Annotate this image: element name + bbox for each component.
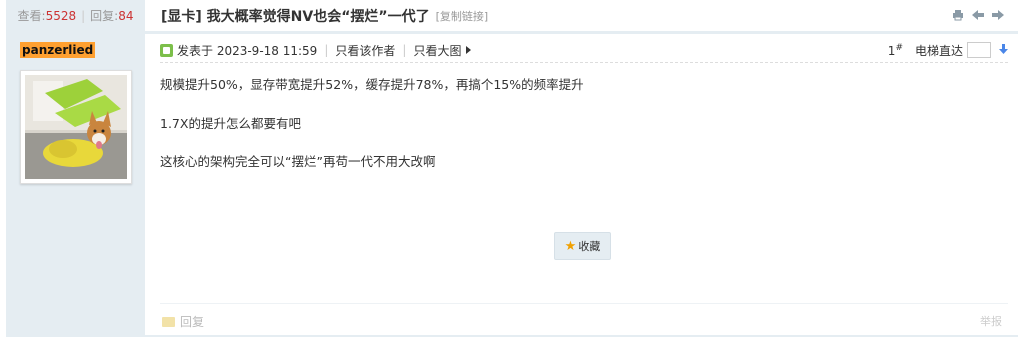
star-icon: ★ <box>564 238 577 254</box>
online-status-icon <box>160 43 173 57</box>
floor-controls: 1# 电梯直达 <box>888 40 1008 60</box>
prev-thread-icon[interactable] <box>972 9 984 21</box>
jump-arrow-icon[interactable] <box>999 43 1008 57</box>
print-icon[interactable] <box>952 9 964 21</box>
views-count: 5528 <box>45 8 77 23</box>
reply-label: 回复 <box>180 315 205 329</box>
meta-divider-line <box>160 62 1008 63</box>
favorite-button[interactable]: ★ 收藏 <box>554 232 611 260</box>
avatar-frame <box>20 70 132 184</box>
post-time: 发表于 2023-9-18 11:59 <box>177 43 318 58</box>
copy-link[interactable]: [复制链接] <box>436 8 489 24</box>
header-divider <box>6 31 1018 34</box>
post-footer-divider <box>160 303 1008 304</box>
jump-label: 电梯直达 <box>914 43 963 58</box>
floor-mark: # <box>895 42 903 53</box>
report-link[interactable]: 举报 <box>980 313 1002 329</box>
thread-title-bar: [显卡] 我大概率觉得NV也会“摆烂”一代了 [复制链接] <box>145 0 1018 32</box>
play-arrow-icon <box>466 46 472 54</box>
avatar[interactable] <box>25 75 127 179</box>
thread-tools <box>952 9 1004 21</box>
stats-divider: | <box>81 8 86 23</box>
thread-title: [显卡] 我大概率觉得NV也会“摆烂”一代了 <box>161 8 430 25</box>
post-meta: 发表于 2023-9-18 11:59 | 只看该作者 | 只看大图 1# 电梯… <box>160 40 1008 60</box>
replies-count: 84 <box>118 8 134 23</box>
reply-icon <box>162 316 175 327</box>
views-label: 查看: <box>17 9 46 23</box>
post-line-2: 1.7X的提升怎么都要有吧 <box>160 116 301 131</box>
favorite-label: 收藏 <box>578 240 601 253</box>
meta-divider: | <box>402 43 407 57</box>
meta-divider: | <box>324 43 329 57</box>
floor-number: 1# <box>888 43 903 58</box>
post-line-3: 这核心的架构完全可以“摆烂”再苟一代不用大改啊 <box>160 154 436 169</box>
only-author-link[interactable]: 只看该作者 <box>335 42 395 59</box>
post-line-1: 规模提升50%，显存带宽提升52%，缓存提升78%，再搞个15%的频率提升 <box>160 77 584 92</box>
thread-stats: 查看: 5528 | 回复: 84 <box>6 0 145 31</box>
replies-label: 回复: <box>90 9 119 23</box>
reply-button[interactable]: 回复 <box>162 313 204 330</box>
next-thread-icon[interactable] <box>992 9 1004 21</box>
only-big-pic-link[interactable]: 只看大图 <box>413 42 461 59</box>
jump-input[interactable] <box>967 42 991 58</box>
author-username[interactable]: panzerlied <box>20 42 96 58</box>
